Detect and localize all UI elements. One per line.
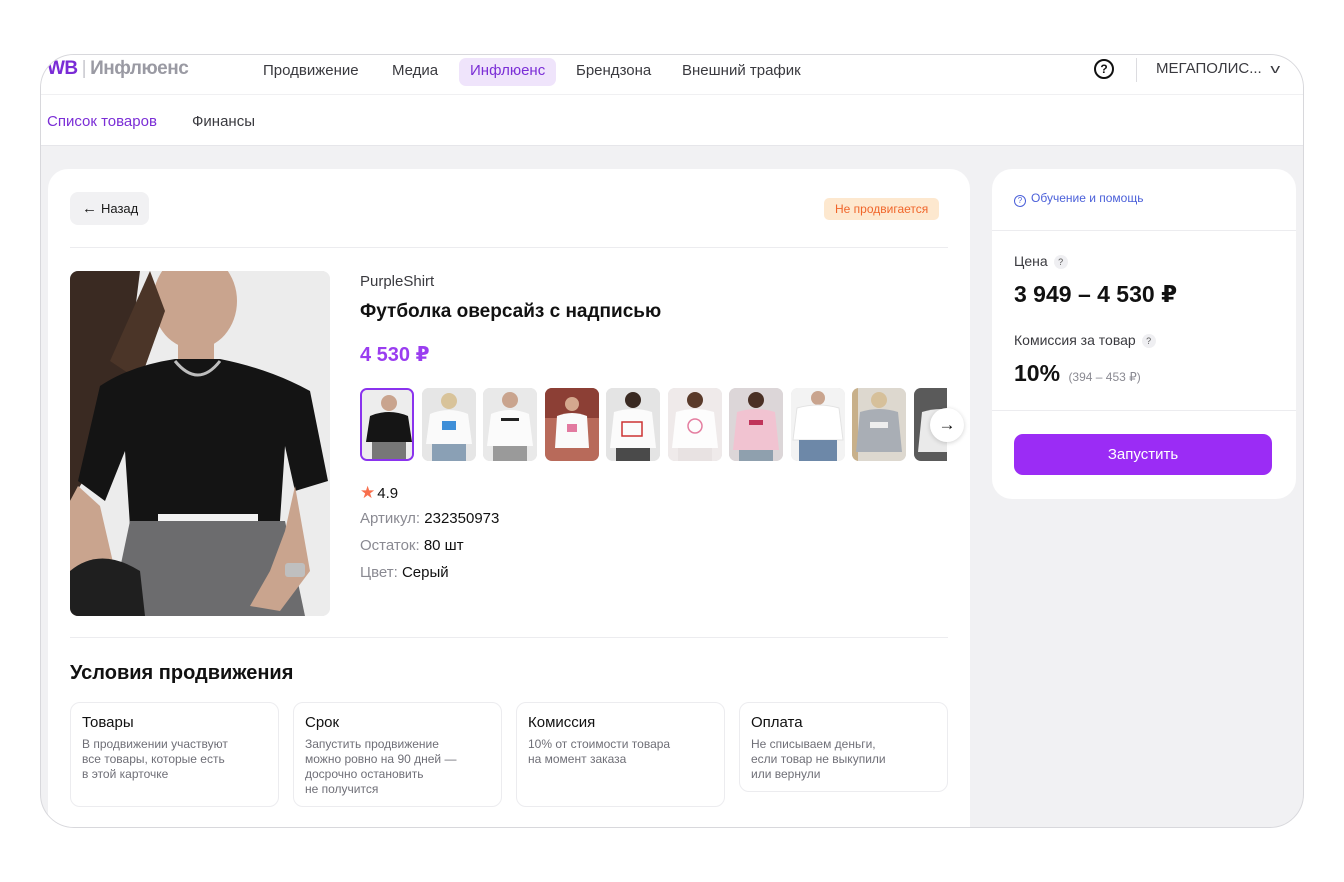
sub-navigation: Список товаров Финансы <box>41 95 1303 146</box>
thumbnail[interactable] <box>483 388 537 461</box>
condition-card-text: Запустить продвижение можно ровно на 90 … <box>305 737 457 796</box>
top-navigation: WB | Инфлюенс Продвижение Медиа Инфлюенс Б… <box>41 55 1303 95</box>
commission-range: (394 – 453 ₽) <box>1068 370 1141 384</box>
promotion-panel: ? Обучение и помощь Цена? 3 949 – 4 530 ₽… <box>992 169 1296 499</box>
divider <box>70 247 948 248</box>
tooltip-icon[interactable]: ? <box>1141 334 1156 348</box>
stock-value: 80 шт <box>423 537 464 554</box>
nav-influence[interactable]: Инфлюенс <box>459 58 557 86</box>
app-window: WB | Инфлюенс Продвижение Медиа Инфлюенс Б… <box>40 54 1304 828</box>
back-button[interactable]: ← Назад <box>70 192 149 225</box>
product-price: 4 530 ₽ <box>360 344 430 366</box>
article-label: Артикул: <box>360 510 421 527</box>
condition-card-commission: Комиссия 10% от стоимости товара на моме… <box>516 702 725 807</box>
nav-promotion[interactable]: Продвижение <box>252 58 370 86</box>
organization-selector[interactable]: МЕГАПОЛИС... <box>1156 60 1262 77</box>
divider <box>70 637 948 638</box>
help-icon[interactable]: ? <box>1094 59 1114 79</box>
header-divider <box>1136 58 1137 82</box>
status-badge: Не продвигается <box>824 198 940 220</box>
commission-percent: 10% <box>1014 360 1061 386</box>
commission-label-text: Комиссия за товар <box>1014 332 1136 348</box>
condition-card-term: Срок Запустить продвижение можно ровно н… <box>293 702 502 807</box>
commission-value: 10% (394 – 453 ₽) <box>1014 360 1141 387</box>
thumbnail[interactable] <box>422 388 476 461</box>
help-link-label: Обучение и помощь <box>1031 191 1144 205</box>
arrow-left-icon: ← <box>82 200 97 217</box>
thumbnail[interactable] <box>360 388 414 461</box>
arrow-right-icon[interactable]: → <box>930 408 964 442</box>
price-label-text: Цена <box>1014 253 1048 269</box>
conditions-title: Условия продвижения <box>70 662 294 684</box>
condition-card-goods: Товары В продвижении участвуют все товар… <box>70 702 279 807</box>
condition-card-text: Не списываем деньги, если товар не выкуп… <box>751 737 886 781</box>
price-range: 3 949 – 4 530 ₽ <box>1014 281 1178 307</box>
condition-card-text: В продвижении участвуют все товары, кото… <box>82 737 228 781</box>
product-stock: Остаток: 80 шт <box>360 537 464 554</box>
condition-card-payment: Оплата Не списываем деньги, если товар н… <box>739 702 948 792</box>
thumbnail[interactable] <box>729 388 783 461</box>
thumbnail[interactable] <box>606 388 660 461</box>
condition-card-title: Срок <box>305 714 340 731</box>
nav-media[interactable]: Медиа <box>381 58 449 86</box>
back-button-label: Назад <box>101 201 139 216</box>
help-link[interactable]: ? Обучение и помощь <box>1014 191 1143 207</box>
rating-value: 4.9 <box>377 485 399 502</box>
launch-button[interactable]: Запустить <box>1014 434 1272 475</box>
commission-label: Комиссия за товар? <box>1014 332 1156 348</box>
thumbnail[interactable] <box>791 388 845 461</box>
tooltip-icon[interactable]: ? <box>1053 255 1068 269</box>
price-label: Цена? <box>1014 253 1068 269</box>
color-value: Серый <box>401 564 449 581</box>
star-icon: ★ <box>360 483 376 502</box>
product-main-image[interactable] <box>70 271 330 616</box>
thumbnail[interactable] <box>668 388 722 461</box>
product-color: Цвет: Серый <box>360 564 449 581</box>
stock-label: Остаток: <box>360 537 420 554</box>
chevron-down-icon[interactable]: v <box>1270 61 1280 76</box>
question-circle-icon: ? <box>1014 195 1026 207</box>
article-value: 232350973 <box>424 510 500 527</box>
logo-product: Инфлюенс <box>90 58 189 79</box>
nav-brandzone[interactable]: Брендзона <box>565 58 662 86</box>
divider <box>992 410 1296 411</box>
condition-card-title: Комиссия <box>528 714 596 731</box>
product-article: Артикул: 232350973 <box>360 510 499 527</box>
subnav-finance[interactable]: Финансы <box>192 113 255 130</box>
subnav-product-list[interactable]: Список товаров <box>47 113 157 130</box>
color-label: Цвет: <box>360 564 398 581</box>
thumbnail-strip <box>360 388 947 461</box>
thumbnail[interactable] <box>852 388 906 461</box>
logo-wb: WB <box>47 58 78 79</box>
logo-separator: | <box>81 58 87 79</box>
product-brand: PurpleShirt <box>360 273 435 290</box>
divider <box>992 230 1296 231</box>
nav-external-traffic[interactable]: Внешний трафик <box>671 58 812 86</box>
condition-card-text: 10% от стоимости товара на момент заказа <box>528 737 671 766</box>
thumbnail[interactable] <box>545 388 599 461</box>
condition-card-title: Товары <box>82 714 134 731</box>
product-title: Футболка оверсайз с надписью <box>360 301 662 322</box>
logo[interactable]: WB | Инфлюенс <box>47 58 189 80</box>
condition-card-title: Оплата <box>751 714 803 731</box>
product-card: ← Назад Не продвигается PurpleShirt Футб… <box>48 169 970 827</box>
product-rating: ★ 4.9 <box>360 483 398 503</box>
